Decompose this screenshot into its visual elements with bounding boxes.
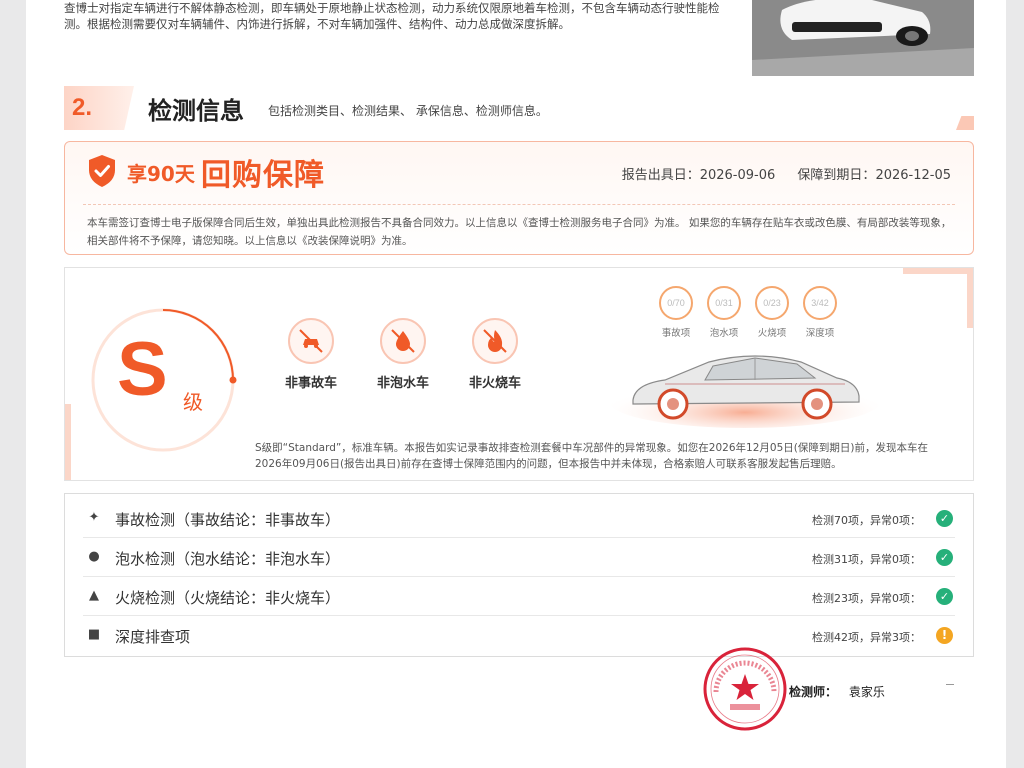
warning-icon: ! (936, 627, 953, 644)
grade-card: S 级 非事故车 非泡水车 非火烧车 0/70 事故项 0/31 泡水项 0/2… (64, 267, 974, 481)
section-title: 检测信息 (148, 97, 244, 125)
mini-label: 泡水项 (709, 328, 739, 339)
badge-non-fire: 非火烧车 (455, 318, 535, 391)
engine-icon: ■ (87, 627, 101, 642)
inspector-label: 检测师： (789, 685, 838, 699)
buyback-guarantee-card: 享90天 回购保障 报告出具日：2026-09-06 保障到期日：2026-12… (64, 141, 974, 255)
badge-non-accident: 非事故车 (271, 318, 351, 391)
list-item[interactable]: ✦ 事故检测（事故结论：非事故车） 检测70项，异常0项： ✓ (83, 499, 955, 538)
list-item[interactable]: ● 泡水检测（泡水结论：非泡水车） 检测31项，异常0项： ✓ (83, 538, 955, 577)
mini-item-accident: 0/70 事故项 (655, 286, 697, 339)
grade-letter: S (117, 327, 168, 412)
check-count: 检测23项，异常0项： (812, 592, 921, 605)
mini-item-deep: 3/42 深度项 (799, 286, 841, 339)
issue-date-label: 报告出具日： (621, 168, 700, 183)
expire-date: 2026-12-05 (875, 168, 951, 183)
mini-label: 事故项 (661, 328, 691, 339)
section-header: 2. 检测信息 包括检测类目、检测结果、 承保信息、检测师信息。 (64, 86, 974, 130)
vehicle-photo (752, 0, 974, 76)
guarantee-dates: 报告出具日：2026-09-06 保障到期日：2026-12-05 (604, 164, 951, 183)
flame-icon: ▲ (89, 588, 99, 603)
car-crash-icon: ✦ (88, 510, 100, 525)
badge-non-flood: 非泡水车 (363, 318, 443, 391)
water-drop-icon (380, 318, 426, 364)
section-number: 2. (72, 94, 93, 121)
guarantee-title: 回购保障 (201, 158, 325, 193)
check-ok-icon: ✓ (936, 549, 953, 566)
car-xray-diagram (610, 355, 880, 428)
check-count: 检测31项，异常0项： (812, 553, 921, 566)
mini-label: 深度项 (805, 328, 835, 339)
mini-count: 3/42 (803, 286, 837, 320)
check-title: 事故检测（事故结论：非事故车） (115, 511, 341, 529)
intro-paragraph: 查博士对指定车辆进行不解体静态检测，即车辆处于原地静止状态检测，动力系统仅限原地… (64, 1, 720, 31)
check-title: 深度排查项 (115, 628, 191, 646)
report-page: 查博士对指定车辆进行不解体静态检测，即车辆处于原地静止状态检测，动力系统仅限原地… (26, 0, 1006, 768)
guarantee-days: 享90天 (127, 162, 195, 186)
inspector-name: 袁家乐 (848, 685, 885, 699)
mini-count: 0/31 (707, 286, 741, 320)
vehicle-photo-image (752, 0, 974, 76)
mini-count: 0/23 (755, 286, 789, 320)
guarantee-terms: 本车需签订查博士电子版保障合同后生效，单独出具此检测报告不具备合同效力。以上信息… (87, 217, 952, 247)
mini-item-fire: 0/23 火烧项 (751, 286, 793, 339)
grade-description: S级即“Standard”，标准车辆。本报告如实记录事故排查检测套餐中车况部件的… (255, 442, 928, 470)
inspector-signature: 检测师： 袁家乐 (789, 683, 885, 700)
issue-date: 2026-09-06 (699, 168, 776, 183)
badge-label: 非泡水车 (376, 376, 429, 391)
check-title: 火烧检测（火烧结论：非火烧车） (115, 589, 341, 607)
list-item[interactable]: ▲ 火烧检测（火烧结论：非火烧车） 检测23项，异常0项： ✓ (83, 577, 955, 616)
inspection-checklist: ✦ 事故检测（事故结论：非事故车） 检测70项，异常0项： ✓ ● 泡水检测（泡… (64, 493, 974, 657)
section-subtitle: 包括检测类目、检测结果、 承保信息、检测师信息。 (268, 104, 548, 118)
badge-label: 非事故车 (284, 376, 337, 391)
expire-date-label: 保障到期日： (797, 168, 876, 183)
car-crash-icon (288, 318, 334, 364)
check-ok-icon: ✓ (936, 588, 953, 605)
grade-suffix: 级 (183, 390, 203, 414)
check-title: 泡水检测（泡水结论：非泡水车） (115, 550, 341, 568)
badge-label: 非火烧车 (468, 376, 521, 391)
mini-count: 0/70 (659, 286, 693, 320)
flame-icon (472, 318, 518, 364)
mini-label: 火烧项 (757, 328, 787, 339)
list-item[interactable]: ■ 深度排查项 检测42项，异常3项： ! (83, 616, 955, 655)
check-ok-icon: ✓ (936, 510, 953, 527)
check-count: 检测42项，异常3项： (812, 631, 921, 644)
official-seal-stamp (703, 647, 787, 731)
check-count: 检测70项，异常0项： (812, 514, 921, 527)
water-drop-icon: ● (88, 549, 100, 564)
shield-check-icon (89, 155, 115, 187)
mini-item-flood: 0/31 泡水项 (703, 286, 745, 339)
